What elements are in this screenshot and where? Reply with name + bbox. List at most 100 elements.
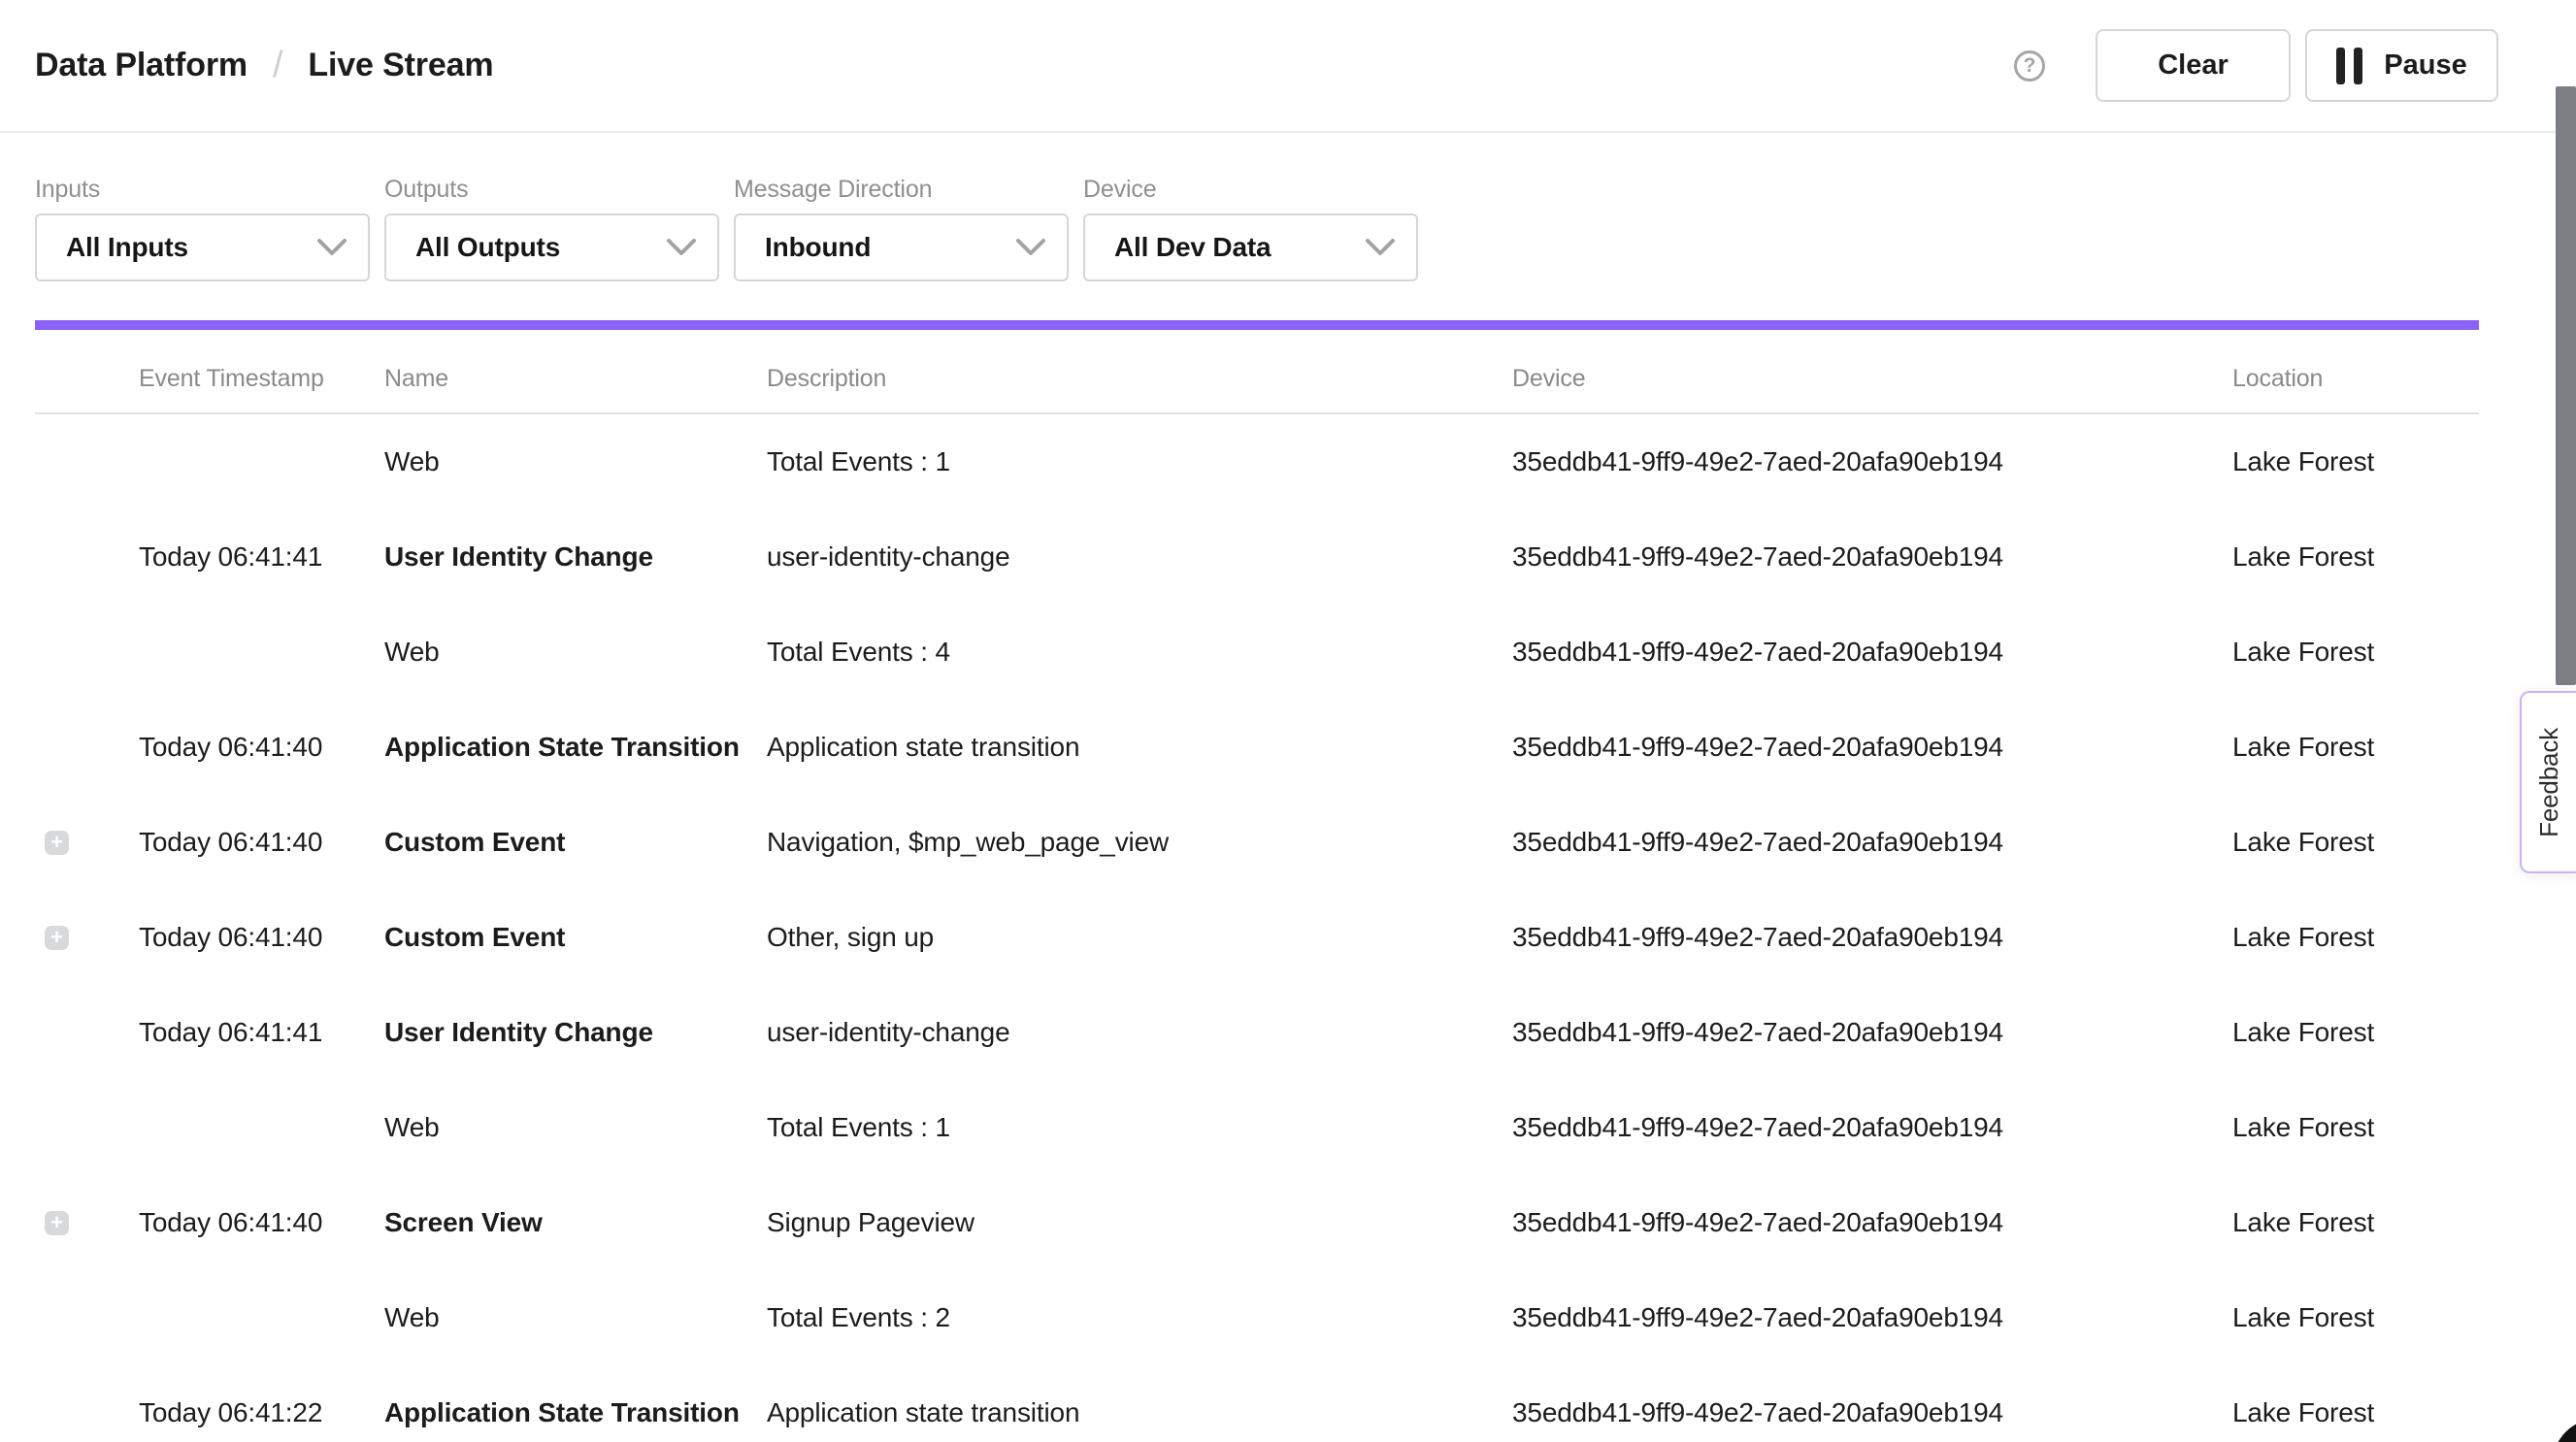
filter-message-direction-label: Message Direction — [734, 178, 1069, 202]
filter-outputs-label: Outputs — [384, 178, 719, 202]
table-row[interactable]: +Today 06:41:40Custom EventOther, sign u… — [35, 890, 2479, 985]
event-timestamp: Today 06:41:41 — [139, 541, 384, 573]
event-device: 35eddb41-9ff9-49e2-7aed-20afa90eb194 — [1512, 1017, 2232, 1048]
breadcrumb-root[interactable]: Data Platform — [35, 47, 248, 84]
chevron-down-icon — [1366, 239, 1395, 256]
event-description: Signup Pageview — [767, 1207, 1512, 1238]
message-direction-select[interactable]: Inbound — [734, 213, 1069, 281]
filter-device-label: Device — [1083, 178, 1418, 202]
event-name: Screen View — [384, 1207, 767, 1238]
chevron-down-icon — [317, 239, 347, 256]
event-description: user-identity-change — [767, 1017, 1512, 1048]
table-header-row: Event Timestamp Name Description Device … — [35, 330, 2479, 414]
device-select-value: All Dev Data — [1114, 232, 1271, 263]
table-row[interactable]: Today 06:41:41User Identity Changeuser-i… — [35, 985, 2479, 1080]
event-description: Application state transition — [767, 1397, 1512, 1428]
event-location: Lake Forest — [2232, 1302, 2479, 1333]
outputs-select[interactable]: All Outputs — [384, 213, 719, 281]
header-cell-name: Name — [384, 365, 767, 393]
table-row[interactable]: WebTotal Events : 235eddb41-9ff9-49e2-7a… — [35, 1270, 2479, 1365]
event-location: Lake Forest — [2232, 1397, 2479, 1428]
header-actions: ? Clear Pause — [2014, 29, 2498, 102]
filters-bar: Inputs All Inputs Outputs All Outputs Me… — [35, 178, 2576, 281]
event-device: 35eddb41-9ff9-49e2-7aed-20afa90eb194 — [1512, 446, 2232, 477]
table-row[interactable]: Today 06:41:22Application State Transiti… — [35, 1365, 2479, 1442]
expand-row-button[interactable]: + — [45, 831, 69, 855]
event-description: Other, sign up — [767, 922, 1512, 953]
event-location: Lake Forest — [2232, 637, 2479, 668]
event-timestamp: Today 06:41:41 — [139, 1017, 384, 1048]
event-timestamp: Today 06:41:40 — [139, 1207, 384, 1238]
breadcrumb: Data Platform / Live Stream — [35, 45, 493, 86]
event-name: User Identity Change — [384, 541, 767, 573]
table-row[interactable]: Today 06:41:41User Identity Changeuser-i… — [35, 509, 2479, 605]
table-row[interactable]: WebTotal Events : 135eddb41-9ff9-49e2-7a… — [35, 1080, 2479, 1175]
clear-button[interactable]: Clear — [2096, 29, 2291, 102]
event-device: 35eddb41-9ff9-49e2-7aed-20afa90eb194 — [1512, 732, 2232, 763]
event-device: 35eddb41-9ff9-49e2-7aed-20afa90eb194 — [1512, 1397, 2232, 1428]
device-select[interactable]: All Dev Data — [1083, 213, 1418, 281]
event-name: Application State Transition — [384, 732, 767, 763]
event-location: Lake Forest — [2232, 732, 2479, 763]
event-description: Total Events : 1 — [767, 446, 1512, 477]
inputs-select[interactable]: All Inputs — [35, 213, 370, 281]
event-name: User Identity Change — [384, 1017, 767, 1048]
event-description: Navigation, $mp_web_page_view — [767, 827, 1512, 858]
expand-row-button[interactable]: + — [45, 1211, 69, 1235]
row-expand-cell: + — [35, 926, 139, 950]
event-description: Total Events : 4 — [767, 637, 1512, 668]
expand-row-button[interactable]: + — [45, 926, 69, 950]
filter-inputs-label: Inputs — [35, 178, 370, 202]
header-cell-event-timestamp: Event Timestamp — [139, 365, 384, 393]
event-name: Web — [384, 1112, 767, 1143]
event-name: Custom Event — [384, 827, 767, 858]
table-row[interactable]: Today 06:41:40Application State Transiti… — [35, 700, 2479, 795]
accent-divider — [35, 320, 2479, 330]
filter-device: Device All Dev Data — [1083, 178, 1418, 281]
chevron-down-icon — [667, 239, 696, 256]
event-device: 35eddb41-9ff9-49e2-7aed-20afa90eb194 — [1512, 827, 2232, 858]
table-row[interactable]: WebTotal Events : 435eddb41-9ff9-49e2-7a… — [35, 605, 2479, 700]
event-location: Lake Forest — [2232, 1112, 2479, 1143]
filter-message-direction: Message Direction Inbound — [734, 178, 1069, 281]
header-cell-description: Description — [767, 365, 1512, 393]
event-description: Total Events : 2 — [767, 1302, 1512, 1333]
event-name: Custom Event — [384, 922, 767, 953]
chevron-down-icon — [1016, 239, 1045, 256]
message-direction-select-value: Inbound — [765, 232, 871, 263]
chat-bubble-button[interactable] — [2553, 1419, 2576, 1442]
header-cell-device: Device — [1512, 365, 2232, 393]
event-name: Web — [384, 637, 767, 668]
table-row[interactable]: + Today 06:41:40Screen ViewSignup Pagevie… — [35, 1175, 2479, 1270]
row-expand-cell: + — [35, 1211, 139, 1235]
event-name: Web — [384, 1302, 767, 1333]
event-location: Lake Forest — [2232, 446, 2479, 477]
table-row[interactable]: WebTotal Events : 135eddb41-9ff9-49e2-7a… — [35, 414, 2479, 509]
event-timestamp: Today 06:41:40 — [139, 827, 384, 858]
breadcrumb-current: Live Stream — [308, 47, 493, 84]
vertical-scrollbar-thumb[interactable] — [2556, 86, 2576, 685]
row-expand-cell: + — [35, 831, 139, 855]
pause-button[interactable]: Pause — [2305, 29, 2498, 102]
breadcrumb-separator: / — [273, 45, 282, 86]
event-timestamp: Today 06:41:40 — [139, 732, 384, 763]
event-device: 35eddb41-9ff9-49e2-7aed-20afa90eb194 — [1512, 1207, 2232, 1238]
filter-inputs: Inputs All Inputs — [35, 178, 370, 281]
event-description: Total Events : 1 — [767, 1112, 1512, 1143]
event-device: 35eddb41-9ff9-49e2-7aed-20afa90eb194 — [1512, 922, 2232, 953]
live-stream-page: Data Platform / Live Stream ? Clear Paus… — [0, 0, 2576, 1442]
outputs-select-value: All Outputs — [415, 232, 560, 263]
event-description: Application state transition — [767, 732, 1512, 763]
event-location: Lake Forest — [2232, 922, 2479, 953]
feedback-tab-label: Feedback — [2534, 728, 2564, 837]
feedback-tab[interactable]: Feedback — [2520, 691, 2576, 873]
table-row[interactable]: + Today 06:41:40Custom EventNavigation, $… — [35, 795, 2479, 890]
table-body: WebTotal Events : 135eddb41-9ff9-49e2-7a… — [35, 414, 2479, 1442]
event-device: 35eddb41-9ff9-49e2-7aed-20afa90eb194 — [1512, 541, 2232, 573]
events-table: Event Timestamp Name Description Device … — [35, 330, 2479, 1442]
event-description: user-identity-change — [767, 541, 1512, 573]
event-location: Lake Forest — [2232, 1207, 2479, 1238]
help-icon[interactable]: ? — [2014, 50, 2045, 82]
header-cell-location: Location — [2232, 365, 2479, 393]
top-header: Data Platform / Live Stream ? Clear Paus… — [0, 0, 2576, 133]
